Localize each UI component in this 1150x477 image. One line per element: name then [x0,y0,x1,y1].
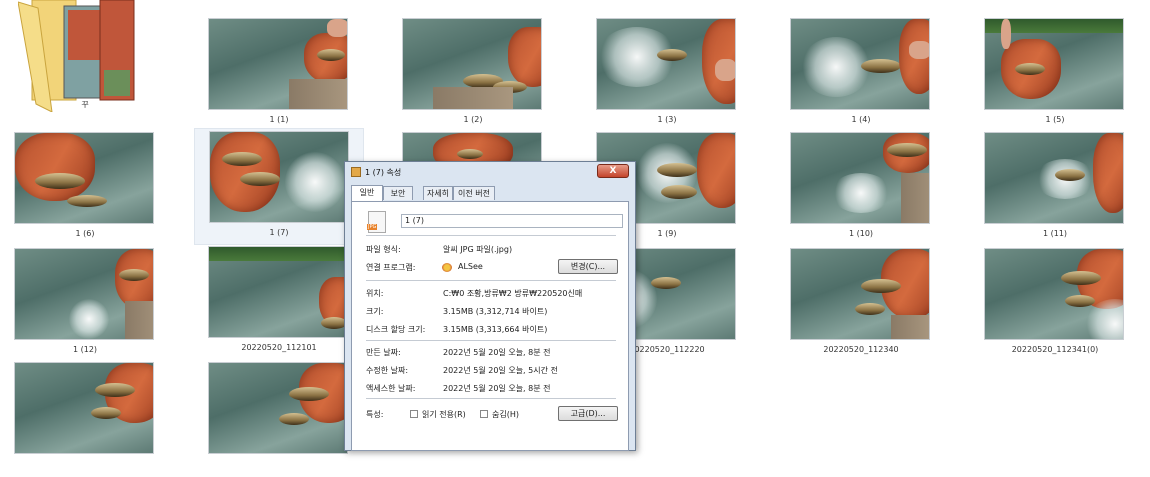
opens-with-value: ALSee [458,262,483,271]
file-name: 꾸 [81,100,89,109]
tab-details[interactable]: 자세히 [423,186,453,200]
change-button[interactable]: 변경(C)... [558,259,618,274]
alsee-icon [442,263,452,272]
file-item[interactable]: 20220520_112340 [776,246,946,363]
image-thumbnail [14,132,154,224]
file-item[interactable]: 1 (12) [0,246,170,363]
type-label: 파일 형식: [366,245,401,254]
modified-value: 2022년 5월 20일 오늘, 5시간 전 [443,366,558,375]
file-name: 20220520_112341(0) [1011,345,1099,354]
jpg-file-icon: JPG [367,211,386,233]
file-item[interactable]: 1 (7) [194,128,364,245]
opens-with-label: 연결 프로그램: [366,263,416,272]
file-name: 1 (11) [1042,229,1068,238]
size-label: 크기: [366,307,384,316]
tab-general[interactable]: 일반 [351,185,383,202]
file-name: 20220520_112340 [823,345,899,354]
file-item[interactable]: 1 (3) [582,16,752,133]
image-thumbnail [208,246,348,338]
dialog-titlebar[interactable]: 1 (7) 속성 X [345,162,635,182]
image-thumbnail [984,248,1124,340]
file-name: 1 (3) [657,115,677,124]
location-label: 위치: [366,289,384,298]
file-name: 1 (10) [848,229,874,238]
image-thumbnail [790,132,930,224]
modified-label: 수정한 날짜: [366,366,409,375]
file-item[interactable]: 20220520_112101 [194,244,364,361]
file-name: 1 (1) [269,115,289,124]
advanced-button[interactable]: 고급(D)... [558,406,618,421]
image-thumbnail [984,18,1124,110]
image-file-icon [351,167,361,177]
tab-previous-versions[interactable]: 이전 버전 [453,186,495,200]
image-thumbnail [790,18,930,110]
file-item[interactable]: 1 (1) [194,16,364,133]
file-name: 1 (12) [72,345,98,354]
created-value: 2022년 5월 20일 오늘, 8분 전 [443,348,551,357]
divider [366,340,616,341]
size-on-disk-value: 3.15MB (3,313,664 바이트) [443,325,548,334]
image-thumbnail [14,362,154,454]
file-name-field[interactable]: 1 (7) [401,214,623,228]
image-thumbnail [402,18,542,110]
image-thumbnail [984,132,1124,224]
size-on-disk-label: 디스크 할당 크기: [366,325,426,334]
file-item[interactable]: 1 (4) [776,16,946,133]
properties-dialog: 1 (7) 속성 X 일반 보안 자세히 이전 버전 JPG 1 (7) 파일 … [344,161,636,451]
hidden-label: 숨김(H) [492,410,519,419]
file-item[interactable] [194,360,364,477]
file-name: 1 (7) [269,228,289,237]
accessed-value: 2022년 5월 20일 오늘, 8분 전 [443,384,551,393]
size-value: 3.15MB (3,312,714 바이트) [443,307,548,316]
file-item[interactable]: 1 (5) [970,16,1140,133]
file-name: 1 (2) [463,115,483,124]
readonly-checkbox[interactable] [410,410,418,418]
folder-icon [17,0,138,113]
file-item[interactable]: 1 (11) [970,130,1140,247]
file-name: 20220520_112101 [241,343,317,352]
image-thumbnail [790,248,930,340]
divider [366,235,616,236]
accessed-label: 액세스한 날짜: [366,384,416,393]
image-thumbnail [596,18,736,110]
folder-item[interactable]: 꾸 [0,0,170,117]
divider [366,398,616,399]
dialog-title: 1 (7) 속성 [365,168,402,177]
image-thumbnail [208,362,348,454]
jpg-badge: JPG [367,224,378,230]
file-name: 1 (6) [75,229,95,238]
file-item[interactable]: 1 (6) [0,130,170,247]
image-thumbnail [208,18,348,110]
attributes-label: 특성: [366,410,384,419]
file-item[interactable] [0,360,170,477]
location-value: C:₩0 조황,방류₩2 방류₩220520신매 [443,289,583,298]
created-label: 만든 날짜: [366,348,401,357]
file-item[interactable]: 1 (2) [388,16,558,133]
file-name: 1 (5) [1045,115,1065,124]
readonly-label: 읽기 전용(R) [422,410,466,419]
close-button[interactable]: X [597,164,629,178]
general-tab-panel: JPG 1 (7) 파일 형식: 알씨 JPG 파일(.jpg) 연결 프로그램… [351,201,629,451]
hidden-checkbox[interactable] [480,410,488,418]
image-thumbnail [14,248,154,340]
image-thumbnail [209,131,349,223]
file-name: 1 (4) [851,115,871,124]
file-item[interactable]: 1 (10) [776,130,946,247]
file-item[interactable]: 20220520_112341(0) [970,246,1140,363]
divider [366,280,616,281]
tab-security[interactable]: 보안 [383,186,413,200]
type-value: 알씨 JPG 파일(.jpg) [443,245,513,254]
